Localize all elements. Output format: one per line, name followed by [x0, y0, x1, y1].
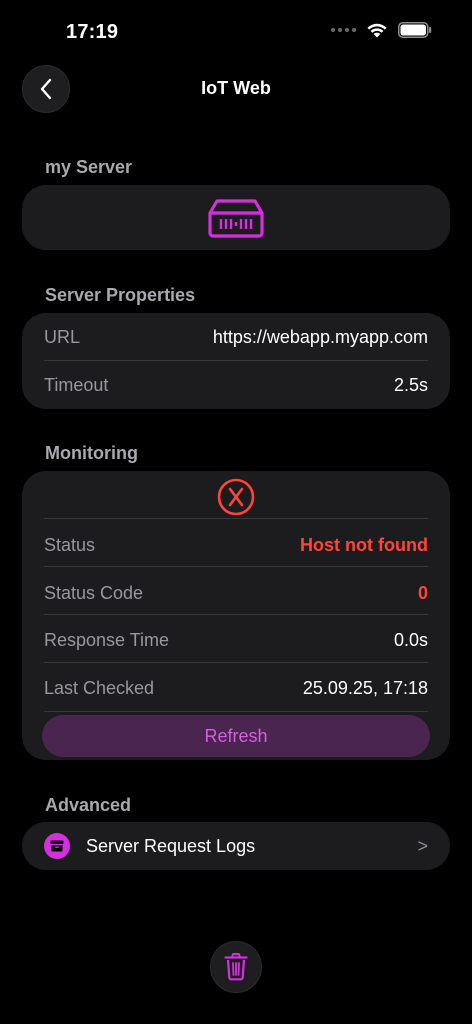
monitoring-label: Status [44, 534, 96, 555]
property-value: https://webapp.myapp.com [212, 326, 428, 347]
property-row-url: URL https://webapp.myapp.com [44, 313, 428, 361]
delete-server-button[interactable] [210, 941, 262, 993]
response-time-value: 0.0s [393, 629, 428, 650]
monitoring-card: Status Host not found Status Code 0 Resp… [22, 471, 450, 760]
monitoring-row-response-time: Response Time 0.0s [44, 616, 428, 664]
error-x-icon [217, 478, 255, 516]
monitoring-row-status: Status Host not found [44, 521, 428, 569]
status-code-value: 0 [417, 582, 428, 603]
trash-icon [224, 953, 248, 981]
monitoring-row-last-checked: Last Checked 25.09.25, 17:18 [44, 664, 428, 712]
status-time: 17:19 [66, 21, 119, 43]
monitoring-label: Last Checked [44, 677, 155, 698]
monitoring-label: Status Code [44, 582, 144, 603]
server-request-logs-label: Server Request Logs [86, 835, 256, 856]
server-properties-card: URL https://webapp.myapp.com Timeout 2.5… [22, 313, 450, 409]
section-header-advanced: Advanced [45, 795, 132, 815]
divider [44, 662, 428, 663]
divider [44, 711, 428, 712]
refresh-button[interactable]: Refresh [42, 715, 430, 757]
page-title: IoT Web [201, 78, 271, 98]
property-row-timeout: Timeout 2.5s [44, 361, 428, 409]
status-value: Host not found [300, 534, 428, 555]
wifi-icon [367, 23, 387, 38]
section-header-server-properties: Server Properties [45, 285, 196, 305]
property-label: Timeout [44, 374, 109, 395]
battery-icon [398, 22, 432, 38]
divider [44, 518, 428, 519]
server-request-logs-item[interactable]: Server Request Logs > [22, 822, 450, 870]
status-bar: 17:19 [0, 0, 472, 64]
status-icons [331, 22, 432, 38]
divider [44, 566, 428, 567]
section-header-monitoring: Monitoring [45, 443, 138, 463]
server-card [22, 185, 450, 250]
divider [44, 614, 428, 615]
property-value: 2.5s [393, 374, 428, 395]
section-header-my-server: my Server [45, 157, 133, 177]
cellular-signal-icon [331, 28, 356, 32]
monitoring-label: Response Time [44, 629, 170, 650]
last-checked-value: 25.09.25, 17:18 [302, 677, 428, 698]
monitoring-row-status-code: Status Code 0 [44, 569, 428, 617]
screen: 17:19 IoT Web my Server Server Propertie… [0, 0, 472, 1024]
archive-box-icon [44, 833, 70, 859]
server-icon [208, 198, 264, 238]
chevron-right-icon: > [417, 835, 428, 856]
property-label: URL [44, 326, 81, 347]
